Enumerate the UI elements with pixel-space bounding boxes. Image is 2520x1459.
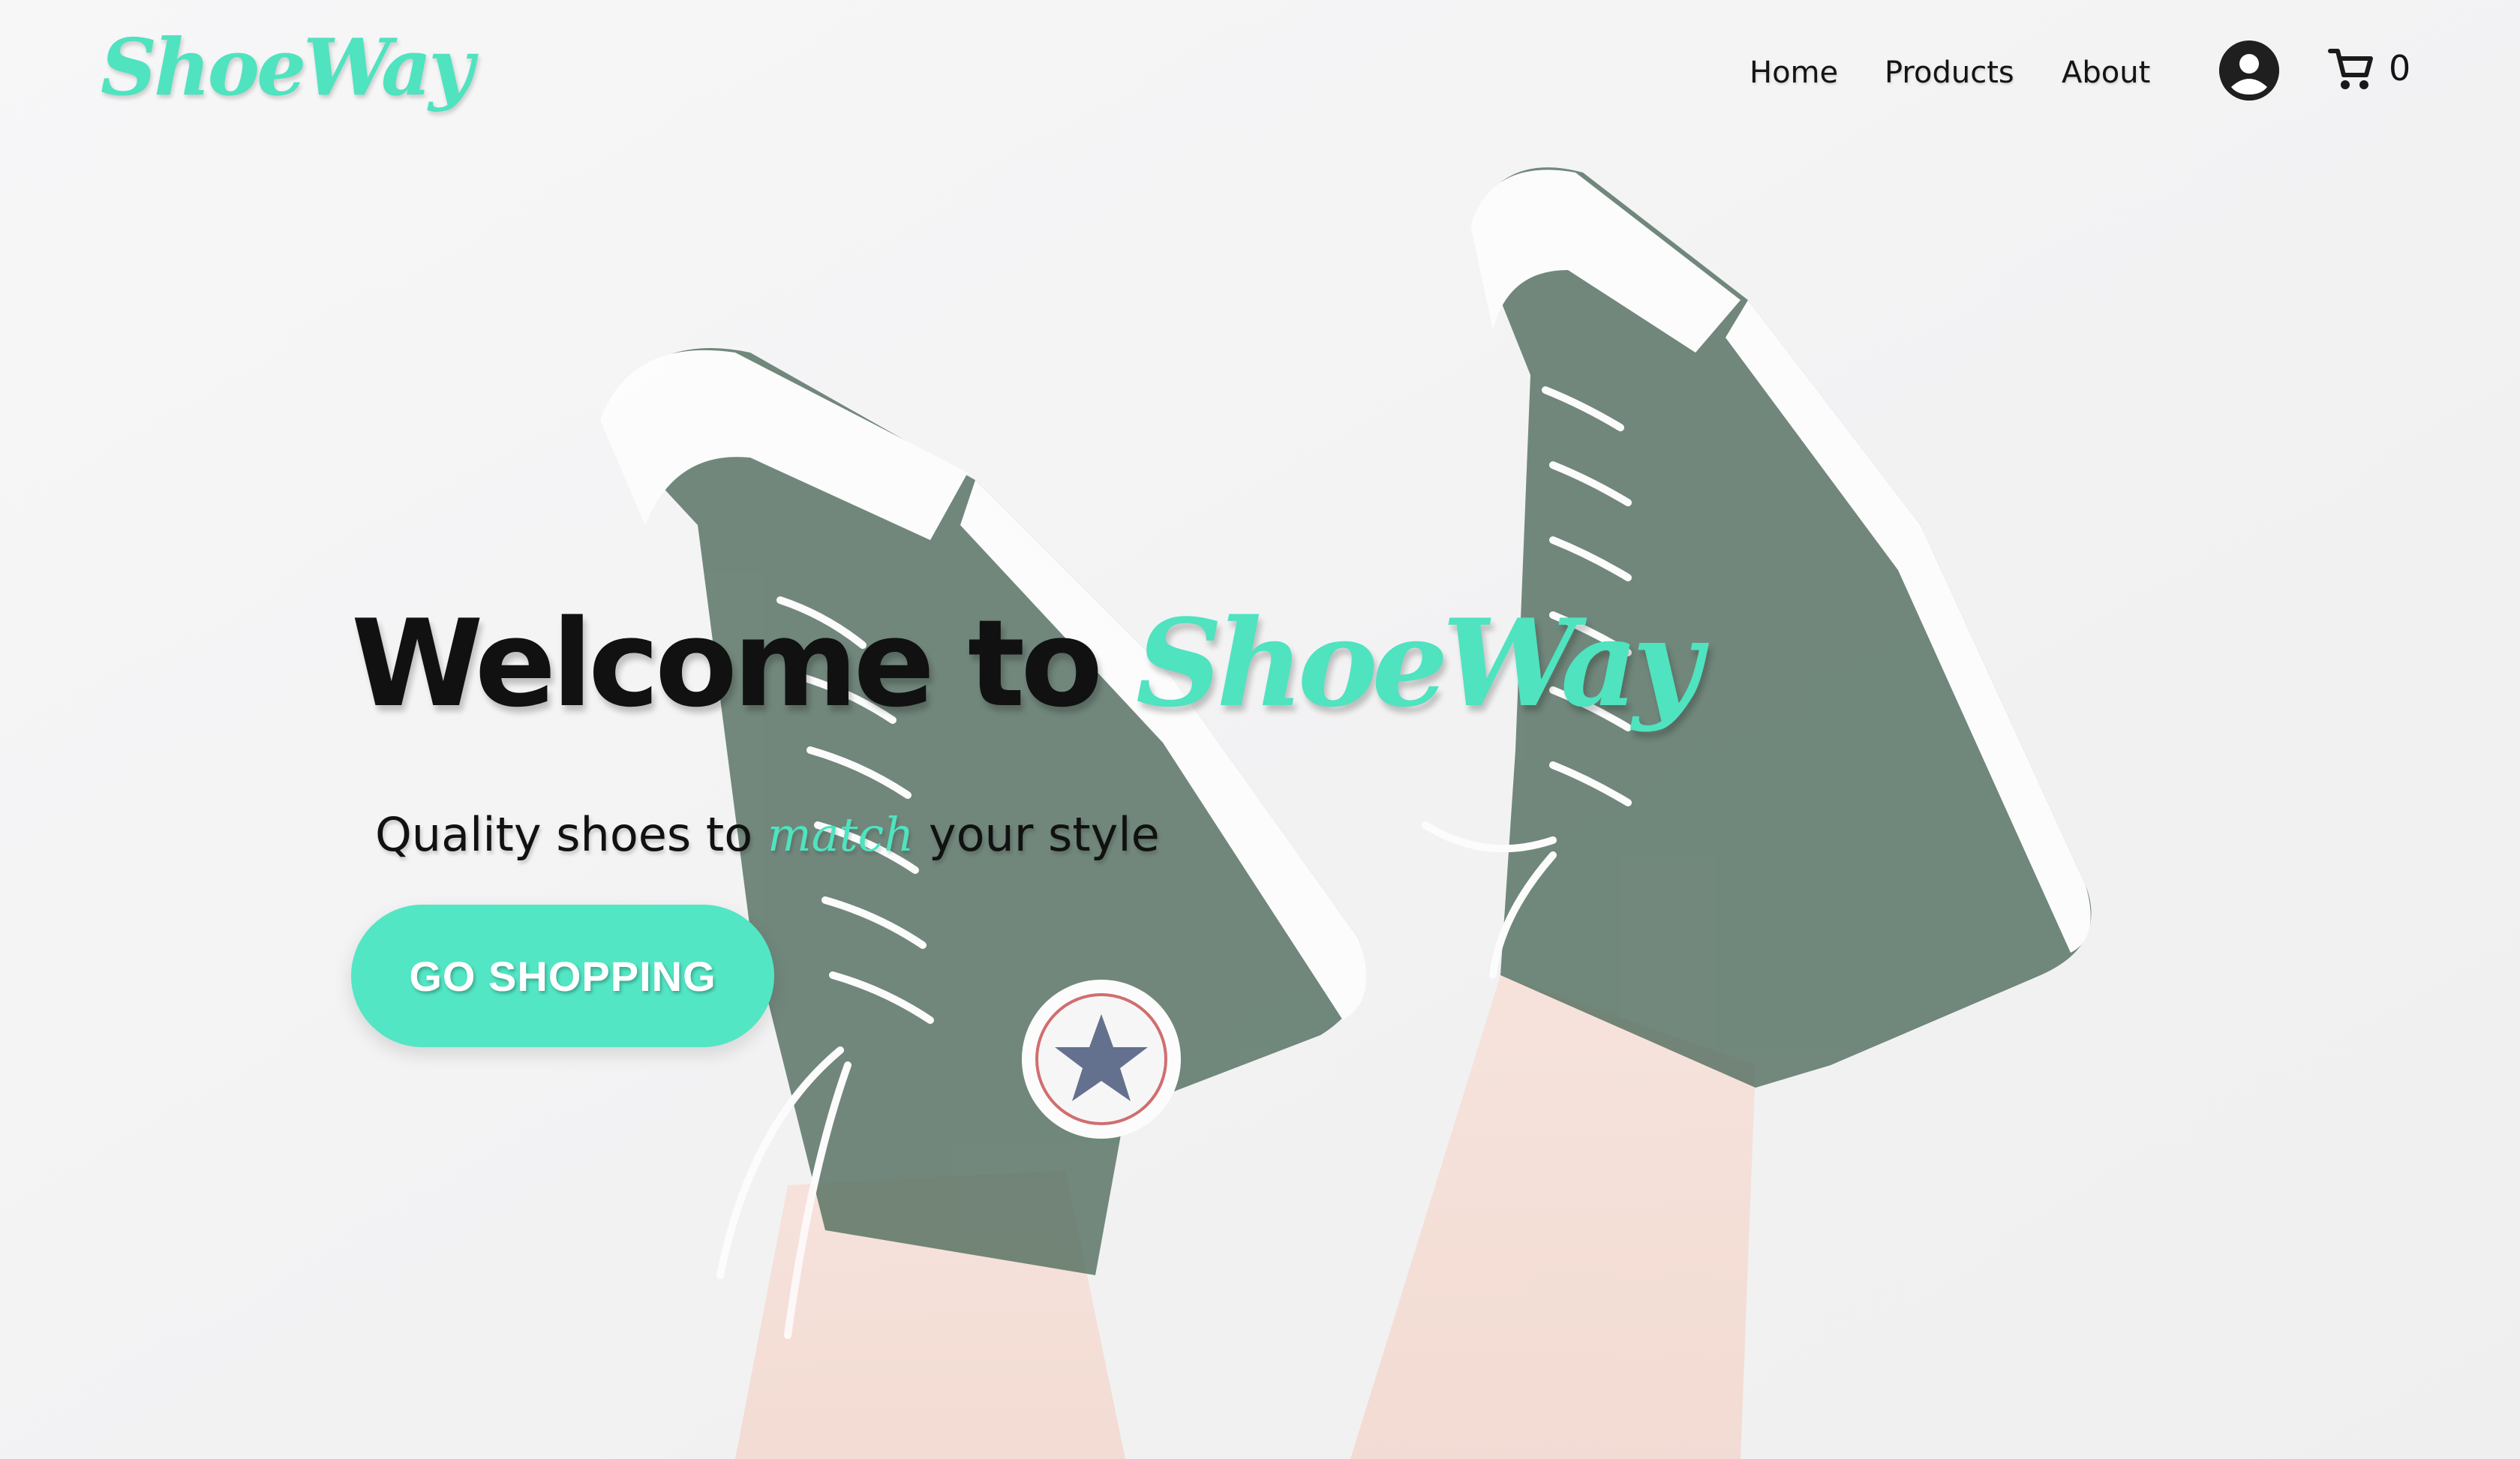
site-header: ShoeWay Home Products About 0 <box>0 0 2520 150</box>
hero-subtitle-after: your style <box>914 807 1160 862</box>
account-button[interactable] <box>2219 41 2279 101</box>
brand-logo[interactable]: ShoeWay <box>101 21 474 113</box>
hero-subtitle-accent: match <box>767 807 915 862</box>
go-shopping-button[interactable]: GO SHOPPING <box>351 905 774 1047</box>
account-circle-icon <box>2219 41 2279 101</box>
hero-title-brand: ShoeWay <box>1135 593 1702 734</box>
cart-count-badge: 0 <box>2389 48 2411 89</box>
landing-page: ShoeWay Home Products About 0 Welcome to… <box>0 0 2520 1459</box>
hero-title: Welcome to ShoeWay <box>351 593 1702 734</box>
hero-subtitle: Quality shoes to match your style <box>375 807 1160 862</box>
nav-products-link[interactable]: Products <box>1885 56 2014 90</box>
nav-home-link[interactable]: Home <box>1750 56 1838 90</box>
cart-button[interactable] <box>2327 45 2375 93</box>
shopping-cart-icon <box>2328 49 2373 89</box>
nav-about-link[interactable]: About <box>2062 56 2150 90</box>
hero-title-prefix: Welcome to <box>351 593 1136 734</box>
hero-subtitle-before: Quality shoes to <box>375 807 767 862</box>
